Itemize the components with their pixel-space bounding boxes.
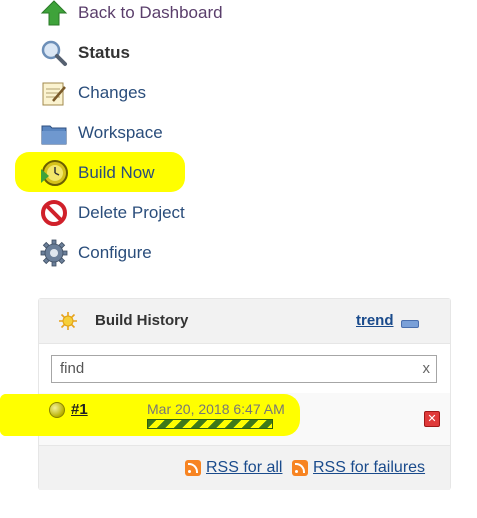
build-number-link[interactable]: #1 — [71, 401, 88, 418]
workspace-label: Workspace — [78, 123, 163, 142]
rss-icon — [292, 460, 308, 476]
search-clear-button[interactable]: x — [423, 360, 431, 377]
build-search-box: x — [51, 355, 437, 383]
configure-label: Configure — [78, 243, 152, 262]
delete-project-link[interactable]: Delete Project — [40, 197, 185, 229]
collapse-minus-icon[interactable] — [401, 320, 419, 328]
clock-play-icon — [40, 159, 68, 187]
notepad-icon — [40, 79, 68, 107]
rss-failures-link[interactable]: RSS for failures — [292, 459, 425, 477]
workspace-link[interactable]: Workspace — [40, 117, 163, 149]
rss-failures-label: RSS for failures — [313, 459, 426, 476]
remove-build-icon[interactable]: ✕ — [424, 411, 440, 427]
rss-icon — [185, 460, 201, 476]
build-row — [39, 393, 450, 445]
build-search-input[interactable] — [52, 356, 400, 380]
changes-label: Changes — [78, 83, 147, 102]
configure-link[interactable]: Configure — [40, 237, 152, 269]
delete-project-label: Delete Project — [78, 203, 185, 222]
up-arrow-icon — [40, 0, 68, 27]
build-history-title: Build History — [95, 312, 189, 329]
build-now-link[interactable]: Build Now — [40, 157, 155, 189]
magnifier-icon — [40, 39, 68, 67]
build-history-footer: RSS for all RSS for failures — [39, 445, 450, 490]
build-history-header: Build History trend — [39, 299, 450, 344]
sun-icon — [59, 312, 77, 330]
changes-link[interactable]: Changes — [40, 77, 146, 109]
rss-all-label: RSS for all — [206, 459, 283, 476]
status-label: Status — [78, 43, 130, 62]
trend-link[interactable]: trend — [356, 312, 394, 329]
back-to-dashboard-label: Back to Dashboard — [78, 3, 223, 22]
build-history-panel: Build History trend x RSS for all RSS fo… — [38, 298, 451, 490]
folder-icon — [40, 119, 68, 147]
status-link[interactable]: Status — [40, 37, 130, 69]
no-entry-icon — [40, 199, 68, 227]
build-now-label: Build Now — [78, 163, 155, 182]
back-to-dashboard-link[interactable]: Back to Dashboard — [40, 0, 223, 29]
rss-all-link[interactable]: RSS for all — [185, 459, 282, 477]
gear-icon — [40, 239, 68, 267]
